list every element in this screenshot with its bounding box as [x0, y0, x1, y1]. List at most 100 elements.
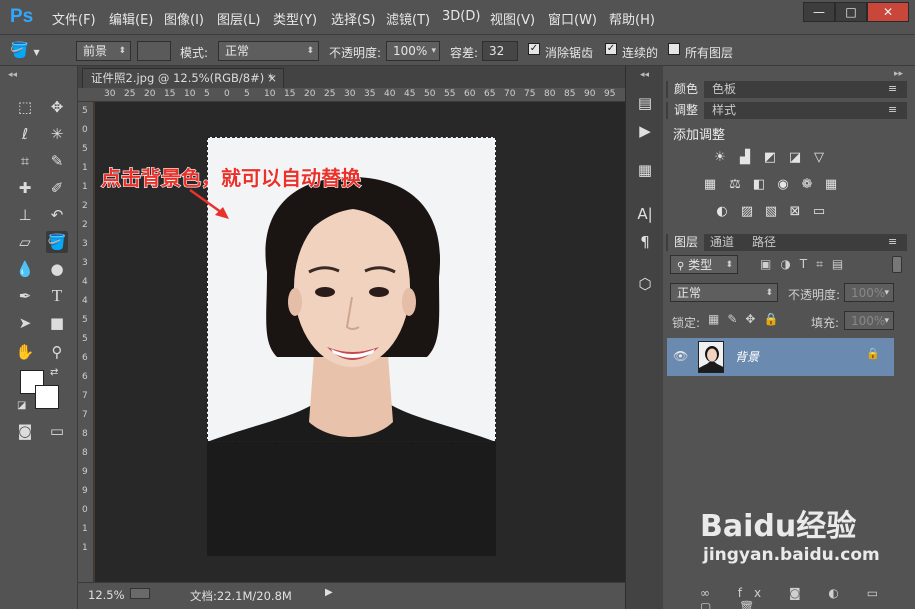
- type-tool-icon[interactable]: T: [46, 285, 68, 307]
- history-panel-icon[interactable]: ▤: [633, 91, 657, 115]
- gradient-map-icon[interactable]: ▭: [811, 204, 827, 220]
- tab-swatches[interactable]: 色板: [706, 81, 742, 98]
- lasso-tool-icon[interactable]: ℓ: [14, 123, 36, 145]
- menu-view[interactable]: 视图(V): [490, 9, 535, 28]
- panel-menu-icon[interactable]: ≡: [888, 82, 897, 95]
- curves-icon[interactable]: ◩: [762, 150, 778, 166]
- properties-panel-icon[interactable]: ▦: [633, 158, 657, 182]
- pattern-picker[interactable]: [137, 41, 171, 61]
- layer-name[interactable]: 背景: [735, 348, 759, 365]
- tab-layers[interactable]: 图层: [668, 234, 705, 251]
- menu-layer[interactable]: 图层(L): [217, 9, 260, 28]
- marquee-tool-icon[interactable]: ⬚: [14, 96, 36, 118]
- healing-brush-tool-icon[interactable]: ✚: [14, 177, 36, 199]
- vibrance-icon[interactable]: ▽: [811, 150, 827, 166]
- layer-filter-icons[interactable]: ▣◑T⌗▤: [760, 257, 852, 272]
- hue-saturation-icon[interactable]: ▦: [702, 177, 718, 193]
- paint-bucket-tool-icon[interactable]: 🪣: [46, 231, 68, 253]
- filter-toggle[interactable]: [892, 256, 902, 273]
- quick-mask-icon[interactable]: ◙: [14, 420, 36, 442]
- paragraph-panel-icon[interactable]: ¶: [633, 230, 657, 254]
- pen-tool-icon[interactable]: ✒: [14, 285, 36, 307]
- black-white-icon[interactable]: ◧: [751, 177, 767, 193]
- antialias-checkbox[interactable]: ✓: [528, 43, 540, 55]
- layer-opacity-input[interactable]: 100% ▾: [844, 283, 894, 302]
- tab-paths[interactable]: 路径: [746, 234, 782, 251]
- menu-filter[interactable]: 滤镜(T): [386, 9, 430, 28]
- tolerance-input[interactable]: 32: [482, 41, 518, 61]
- invert-icon[interactable]: ◐: [714, 204, 730, 220]
- layer-footer-icons[interactable]: ∞ fx ◙ ◐ ▭ ▢ 🗑: [700, 586, 915, 609]
- history-brush-tool-icon[interactable]: ↶: [46, 204, 68, 226]
- zoom-preview-icon[interactable]: [130, 588, 150, 599]
- path-selection-tool-icon[interactable]: ➤: [14, 312, 36, 334]
- menu-edit[interactable]: 编辑(E): [109, 9, 153, 28]
- actions-panel-icon[interactable]: ▶: [633, 119, 657, 143]
- tab-channels[interactable]: 通道: [704, 234, 740, 251]
- crop-tool-icon[interactable]: ⌗: [14, 150, 36, 172]
- expand-icon[interactable]: ▸▸: [894, 69, 903, 79]
- menu-window[interactable]: 窗口(W): [548, 9, 597, 28]
- contiguous-checkbox[interactable]: ✓: [605, 43, 617, 55]
- opacity-input[interactable]: 100% ▾: [386, 41, 440, 61]
- tab-close-icon[interactable]: ×: [267, 69, 277, 88]
- eraser-tool-icon[interactable]: ▱: [14, 231, 36, 253]
- mode-select[interactable]: 正常 ⬍: [218, 41, 319, 61]
- lock-icons[interactable]: ▦✎✥🔒: [708, 312, 786, 326]
- fill-source-select[interactable]: 前景 ⬍: [76, 41, 131, 61]
- rectangle-tool-icon[interactable]: ■: [46, 312, 68, 334]
- panel-menu-icon[interactable]: ≡: [888, 103, 897, 116]
- layer-filter-select[interactable]: ⚲ 类型 ⬍: [670, 255, 738, 274]
- tab-color[interactable]: 颜色: [668, 81, 705, 98]
- selective-color-icon[interactable]: ⊠: [787, 204, 803, 220]
- tab-styles[interactable]: 样式: [706, 102, 742, 119]
- clone-stamp-tool-icon[interactable]: ⊥: [14, 204, 36, 226]
- menu-help[interactable]: 帮助(H): [609, 9, 655, 28]
- options-bar: 🪣 ▼ 前景 ⬍ 模式: 正常 ⬍ 不透明度: 100% ▾ 容差: 32 ✓ 消除锯…: [0, 35, 915, 66]
- menu-file[interactable]: 文件(F): [52, 9, 96, 28]
- exposure-icon[interactable]: ◪: [787, 150, 803, 166]
- menu-select[interactable]: 选择(S): [331, 9, 375, 28]
- zoom-level[interactable]: 12.5%: [88, 588, 125, 602]
- eyedropper-tool-icon[interactable]: ✎: [46, 150, 68, 172]
- magic-wand-tool-icon[interactable]: ✳: [46, 123, 68, 145]
- blur-tool-icon[interactable]: 💧: [14, 258, 36, 280]
- panel-menu-icon[interactable]: ≡: [888, 235, 897, 248]
- minimize-button[interactable]: —: [803, 2, 835, 22]
- channel-mixer-icon[interactable]: ❁: [799, 177, 815, 193]
- layer-fill-input[interactable]: 100% ▾: [844, 311, 894, 330]
- levels-icon[interactable]: ▟: [737, 150, 753, 166]
- posterize-icon[interactable]: ▨: [739, 204, 755, 220]
- color-lookup-icon[interactable]: ▦: [823, 177, 839, 193]
- brush-tool-icon[interactable]: ✐: [46, 177, 68, 199]
- hand-tool-icon[interactable]: ✋: [14, 341, 36, 363]
- paint-bucket-preset-icon[interactable]: 🪣 ▼: [10, 40, 54, 60]
- collapse-icon[interactable]: ◂◂: [8, 70, 17, 80]
- default-colors-icon[interactable]: ◪: [17, 400, 26, 411]
- background-color-swatch[interactable]: [35, 385, 59, 409]
- screen-mode-icon[interactable]: ▭: [46, 420, 68, 442]
- menu-3d[interactable]: 3D(D): [442, 9, 480, 24]
- photo-filter-icon[interactable]: ◉: [775, 177, 791, 193]
- move-tool-icon[interactable]: ✥: [46, 96, 68, 118]
- portrait-photo[interactable]: [207, 137, 496, 556]
- status-menu-arrow-icon[interactable]: ▶: [325, 587, 333, 598]
- restore-button[interactable]: □: [835, 2, 867, 22]
- brightness-icon[interactable]: ☀: [712, 150, 728, 166]
- visibility-eye-icon[interactable]: 👁: [673, 349, 688, 363]
- tab-adjustments[interactable]: 调整: [668, 102, 705, 119]
- zoom-tool-icon[interactable]: ⚲: [46, 341, 68, 363]
- collapse-icon[interactable]: ◂◂: [640, 70, 649, 80]
- all-layers-checkbox[interactable]: [668, 43, 680, 55]
- close-button[interactable]: ✕: [867, 2, 909, 22]
- document-tab[interactable]: 证件照2.jpg @ 12.5%(RGB/8#) * ×: [82, 68, 284, 88]
- dodge-tool-icon[interactable]: ●: [46, 258, 68, 280]
- menu-image[interactable]: 图像(I): [164, 9, 204, 28]
- menu-type[interactable]: 类型(Y): [273, 9, 317, 28]
- blend-mode-select[interactable]: 正常 ⬍: [670, 283, 778, 302]
- 3d-panel-icon[interactable]: ⬡: [633, 272, 657, 296]
- swap-colors-icon[interactable]: ⇄: [50, 367, 58, 378]
- color-balance-icon[interactable]: ⚖: [727, 177, 743, 193]
- threshold-icon[interactable]: ▧: [763, 204, 779, 220]
- character-panel-icon[interactable]: A|: [633, 202, 657, 226]
